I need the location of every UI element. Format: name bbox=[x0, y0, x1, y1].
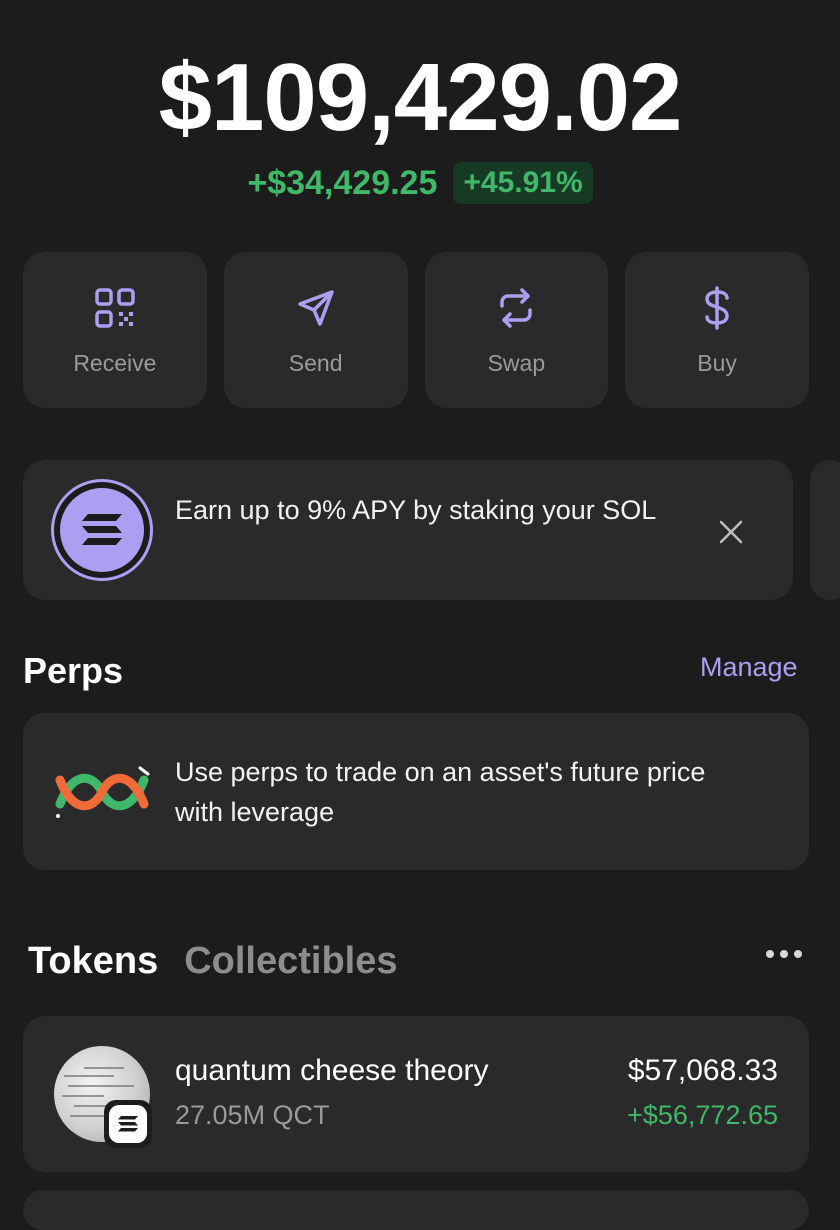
action-bar: Receive Send Swap Buy bbox=[23, 252, 809, 408]
token-value: $57,068.33 bbox=[627, 1054, 778, 1087]
buy-button[interactable]: Buy bbox=[625, 252, 809, 408]
portfolio-change: +$34,429.25 +45.91% bbox=[0, 162, 840, 204]
token-change: +$56,772.65 bbox=[627, 1100, 778, 1130]
manage-link[interactable]: Manage bbox=[700, 652, 798, 683]
token-quantity: 27.05M QCT bbox=[175, 1100, 330, 1130]
qr-code-icon bbox=[95, 287, 135, 328]
perps-title: Perps bbox=[23, 650, 124, 691]
portfolio-balance: $109,429.02 bbox=[158, 44, 683, 151]
send-label: Send bbox=[288, 349, 343, 376]
chain-badge bbox=[104, 1100, 152, 1148]
close-icon[interactable] bbox=[714, 515, 748, 549]
perps-logo-icon bbox=[55, 766, 150, 818]
promo-text: Earn up to 9% APY by staking your SOL bbox=[175, 495, 657, 525]
buy-label: Buy bbox=[697, 349, 737, 376]
token-row[interactable] bbox=[23, 1190, 809, 1230]
solana-chain-icon bbox=[109, 1105, 147, 1143]
send-button[interactable]: Send bbox=[223, 252, 408, 408]
asset-tabs: Tokens Collectibles bbox=[28, 940, 398, 983]
swap-button[interactable]: Swap bbox=[424, 252, 609, 408]
next-promo-card[interactable] bbox=[810, 460, 840, 600]
tab-tokens[interactable]: Tokens bbox=[28, 940, 158, 983]
receive-button[interactable]: Receive bbox=[23, 252, 207, 408]
token-name: quantum cheese theory bbox=[175, 1054, 489, 1087]
dollar-icon bbox=[705, 285, 729, 330]
change-amount: +$34,429.25 bbox=[247, 163, 438, 202]
solana-icon bbox=[54, 482, 150, 578]
solana-bars-icon bbox=[82, 514, 122, 545]
receive-label: Receive bbox=[73, 349, 157, 376]
solana-bars-small-icon bbox=[118, 1116, 138, 1132]
change-percent-badge: +45.91% bbox=[453, 162, 593, 204]
perps-description: Use perps to trade on an asset's future … bbox=[175, 757, 706, 827]
tab-collectibles[interactable]: Collectibles bbox=[184, 940, 397, 983]
swap-label: Swap bbox=[487, 349, 546, 376]
swap-arrows-icon bbox=[500, 287, 533, 328]
send-arrow-icon bbox=[297, 289, 334, 326]
more-options-icon[interactable] bbox=[766, 950, 802, 958]
